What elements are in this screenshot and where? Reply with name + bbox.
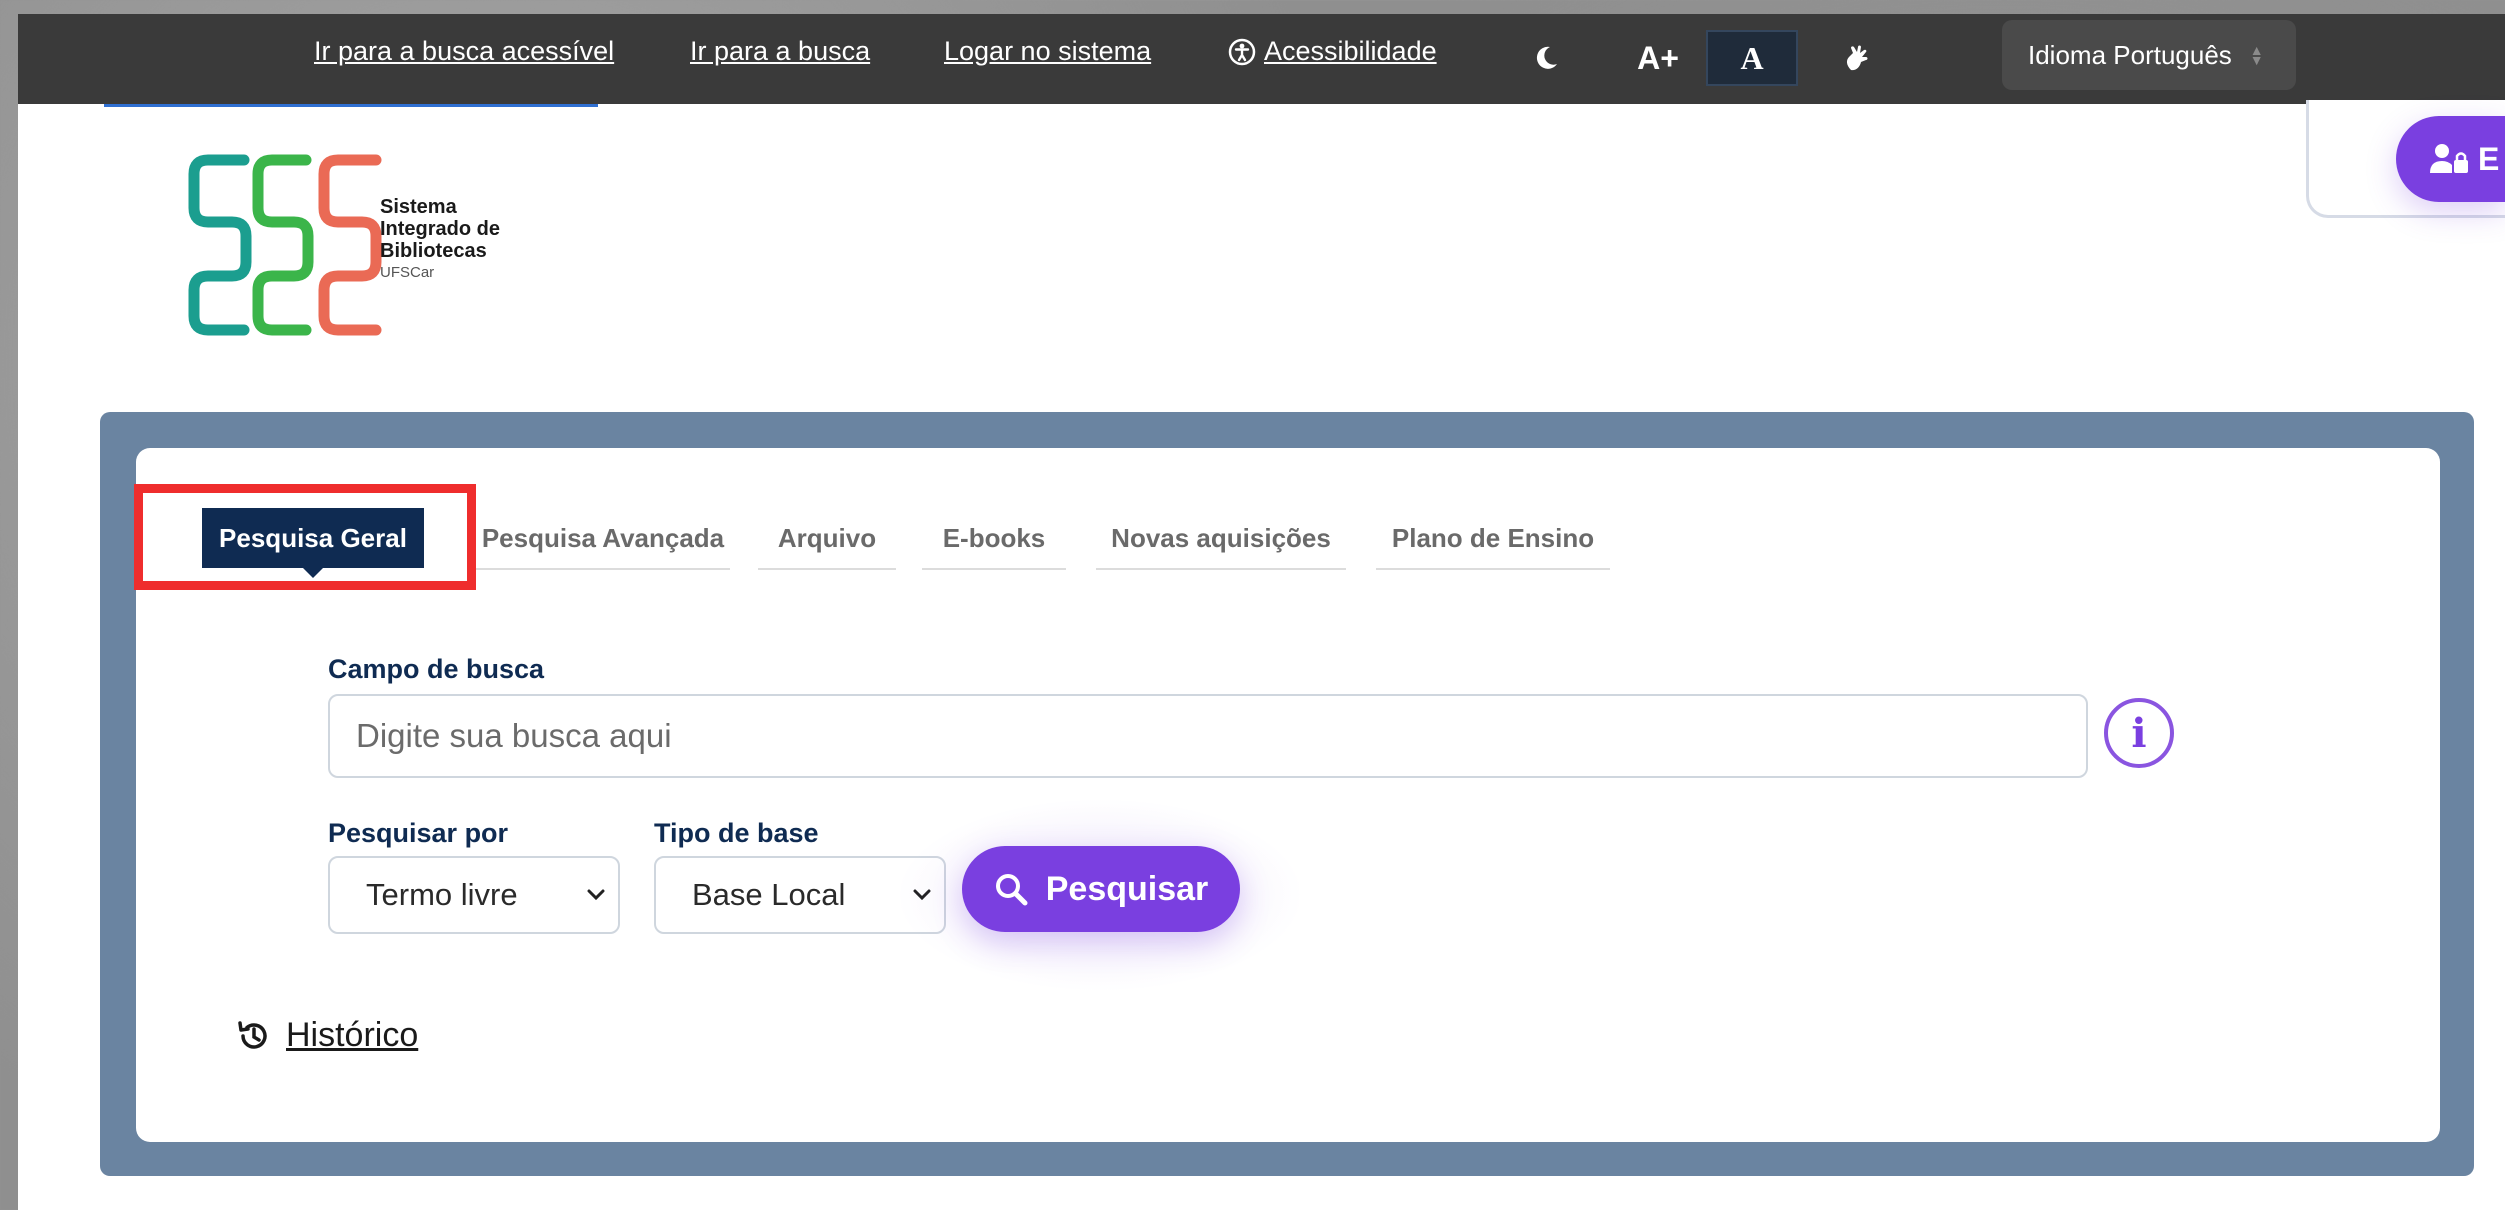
sign-language-button[interactable] — [1828, 30, 1884, 86]
base-type-value: Base Local — [692, 877, 846, 912]
search-submit-button[interactable]: Pesquisar — [962, 846, 1240, 932]
tab-pesquisa-avancada[interactable]: Pesquisa Avançada — [476, 508, 730, 570]
restricted-area-button[interactable]: E — [2396, 116, 2505, 202]
dark-mode-toggle[interactable] — [1518, 30, 1574, 86]
skip-to-accessible-search-link[interactable]: Ir para a busca acessível — [314, 36, 614, 67]
sort-arrows-icon: ▲ ▼ — [2249, 42, 2264, 68]
focus-underline — [104, 104, 598, 107]
search-input[interactable] — [328, 694, 2088, 778]
search-by-value: Termo livre — [366, 877, 518, 912]
search-by-label: Pesquisar por — [328, 818, 509, 848]
logo-line-2: Integrado de — [380, 218, 501, 240]
restricted-area-label: E — [2478, 140, 2500, 177]
language-select[interactable]: Idioma Português ▲ ▼ — [2002, 20, 2296, 90]
logo-text: Sistema Integrado de Bibliotecas UFSCar — [380, 196, 600, 284]
info-icon[interactable]: i — [2104, 698, 2174, 768]
accessibility-label: Acessibilidade — [1264, 36, 1437, 66]
tab-plano-de-ensino[interactable]: Plano de Ensino — [1376, 508, 1610, 570]
language-label: Idioma Português — [2028, 39, 2232, 70]
tab-ebooks[interactable]: E-books — [922, 508, 1066, 570]
normal-font-button[interactable]: A — [1706, 30, 1798, 86]
login-link[interactable]: Logar no sistema — [944, 36, 1151, 67]
tab-novas-aquisicoes[interactable]: Novas aquisições — [1096, 508, 1346, 570]
tab-arquivo[interactable]: Arquivo — [758, 508, 896, 570]
history-link[interactable]: Histórico — [236, 1016, 418, 1055]
search-by-select[interactable]: Termo livre — [328, 856, 620, 934]
logo-line-4: UFSCar — [380, 264, 435, 281]
search-submit-label: Pesquisar — [1045, 869, 1209, 908]
moon-icon — [1536, 46, 1557, 69]
increase-font-button[interactable]: A+ — [1618, 30, 1698, 86]
accessibility-link[interactable]: Acessibilidade — [1228, 36, 1437, 67]
active-tab-highlight — [134, 484, 476, 590]
history-label: Histórico — [286, 1016, 419, 1054]
sibi-logo — [188, 154, 382, 336]
sign-language-hand-icon — [1846, 45, 1868, 71]
user-lock-icon — [2430, 144, 2468, 173]
search-icon — [995, 874, 1028, 906]
accessibility-icon — [1228, 38, 1256, 65]
search-field-label: Campo de busca — [328, 654, 545, 684]
skip-to-search-link[interactable]: Ir para a busca — [690, 36, 870, 67]
history-icon — [238, 1020, 267, 1049]
logo-line-3: Bibliotecas — [380, 240, 487, 262]
base-type-label: Tipo de base — [654, 818, 819, 848]
chevron-down-icon — [587, 889, 605, 901]
logo-line-1: Sistema — [380, 196, 457, 218]
